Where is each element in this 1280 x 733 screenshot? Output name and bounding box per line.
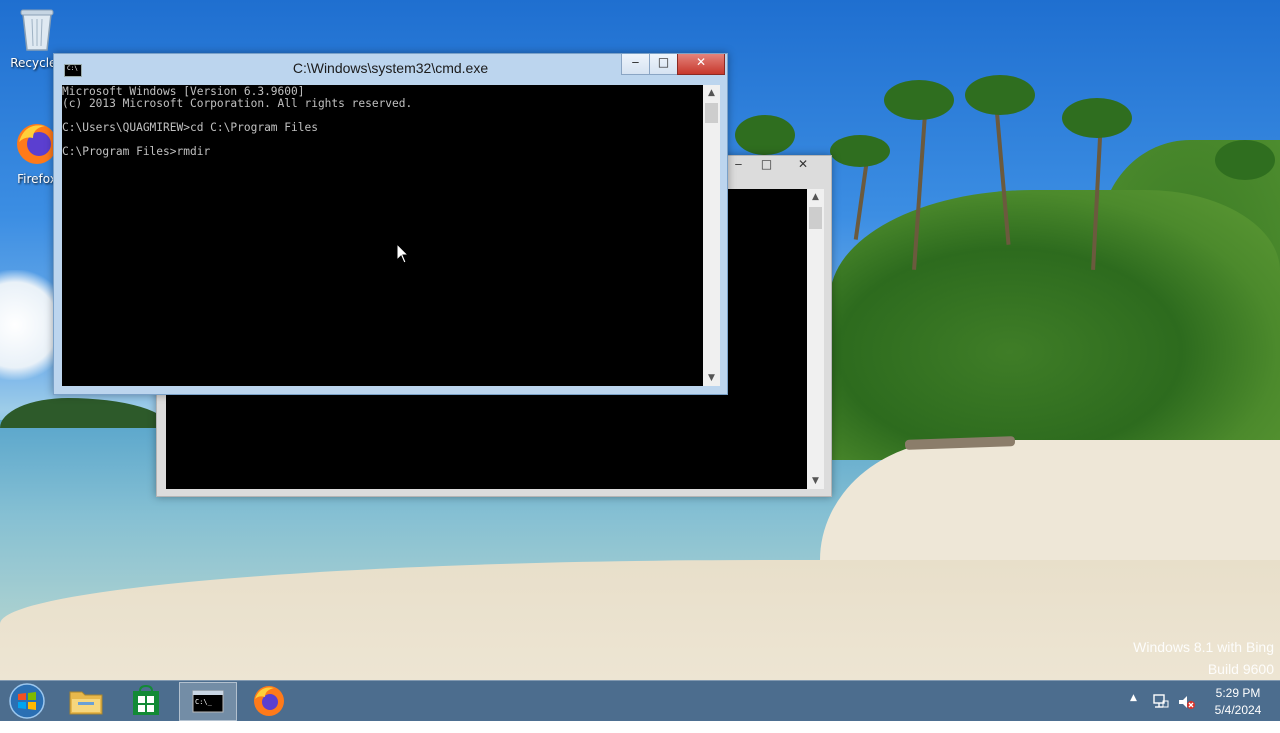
windows-start-icon <box>9 683 45 719</box>
palm-frond <box>965 75 1035 115</box>
show-hidden-icons-button[interactable]: ▲ <box>1130 693 1144 733</box>
taskbar-store[interactable] <box>118 682 174 719</box>
window-titlebar[interactable]: C:\ C:\Windows\system32\cmd.exe ‒ □ ✕ <box>54 54 727 82</box>
vertical-scrollbar[interactable]: ▲ ▼ <box>703 85 720 386</box>
folder-icon <box>69 691 103 715</box>
clock-time: 5:29 PM <box>1215 686 1261 700</box>
minimize-button[interactable]: ‒ <box>621 54 650 75</box>
scroll-up-arrow-icon[interactable]: ▲ <box>703 85 720 101</box>
jungle <box>830 190 1280 460</box>
volume-muted-icon[interactable] <box>1177 693 1197 711</box>
taskbar: C:\_ ▲ 5:29 PM 5/4/2024 <box>0 680 1280 721</box>
scroll-up-arrow-icon[interactable]: ▲ <box>807 189 824 205</box>
taskbar-clock[interactable]: 5:29 PM 5/4/2024 <box>1206 685 1270 719</box>
close-icon: ✕ <box>797 157 809 171</box>
mouse-pointer-icon <box>396 243 410 264</box>
recycle-bin-icon <box>20 9 54 51</box>
clock-date: 5/4/2024 <box>1214 703 1262 717</box>
console-area[interactable]: Microsoft Windows [Version 6.3.9600] (c)… <box>62 85 703 386</box>
taskbar-command-prompt[interactable]: C:\_ <box>179 682 237 721</box>
taskbar-file-explorer[interactable] <box>58 682 114 719</box>
vertical-scrollbar[interactable]: ▲ ▼ <box>807 189 824 489</box>
close-icon: ✕ <box>695 55 707 69</box>
minimize-icon: ‒ <box>734 157 743 171</box>
network-icon[interactable] <box>1152 693 1170 711</box>
minimize-icon: ‒ <box>631 55 640 69</box>
svg-text:C:\_: C:\_ <box>195 698 213 706</box>
firefox-icon <box>254 686 284 716</box>
cmd-window[interactable]: C:\ C:\Windows\system32\cmd.exe ‒ □ ✕ Mi… <box>53 53 728 395</box>
start-button[interactable] <box>0 682 56 719</box>
scroll-thumb[interactable] <box>809 207 822 229</box>
scroll-thumb[interactable] <box>705 103 718 123</box>
maximize-icon: □ <box>657 55 670 69</box>
palm-frond <box>884 80 954 120</box>
desktop-icon-label: Firefox <box>17 172 57 186</box>
palm-frond <box>735 115 795 155</box>
cmd-icon: C:\_ <box>192 690 224 713</box>
scroll-down-arrow-icon[interactable]: ▼ <box>807 473 824 489</box>
close-button[interactable]: ✕ <box>677 54 725 75</box>
close-button[interactable]: ✕ <box>781 156 825 176</box>
palm-frond <box>830 135 890 167</box>
console-text: Microsoft Windows [Version 6.3.9600] (c)… <box>62 85 413 158</box>
watermark-line: Build 9600 <box>1207 661 1274 677</box>
maximize-icon: □ <box>760 157 773 171</box>
taskbar-firefox[interactable] <box>241 682 297 719</box>
distant-treeline <box>0 398 170 428</box>
scroll-down-arrow-icon[interactable]: ▼ <box>703 370 720 386</box>
watermark-line: Windows 8.1 with Bing <box>1133 639 1274 655</box>
store-icon <box>133 684 159 715</box>
maximize-button[interactable]: □ <box>753 156 780 176</box>
chevron-up-icon: ▲ <box>1130 693 1137 703</box>
windows-watermark: Windows 8.1 with Bing Build 9600 <box>1133 636 1274 680</box>
maximize-button[interactable]: □ <box>649 54 678 75</box>
palm-frond <box>1215 140 1275 180</box>
minimize-button[interactable]: ‒ <box>725 156 752 176</box>
palm-frond <box>1062 98 1132 138</box>
